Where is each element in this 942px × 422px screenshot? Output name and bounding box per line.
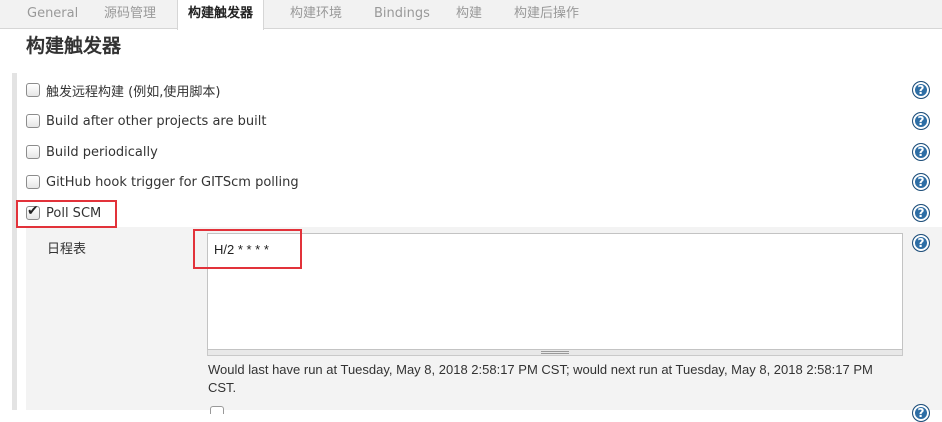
- help-icon[interactable]: ?: [912, 143, 930, 161]
- trigger-build-periodically[interactable]: Build periodically: [26, 142, 158, 162]
- config-tab-bar: General 源码管理 构建触发器 构建环境 Bindings 构建 构建后操…: [0, 0, 942, 30]
- help-icon[interactable]: ?: [912, 234, 930, 252]
- schedule-run-info: Would last have run at Tuesday, May 8, 2…: [208, 362, 873, 395]
- build-after-other-projects-checkbox[interactable]: [26, 114, 40, 128]
- help-icon[interactable]: ?: [912, 81, 930, 99]
- help-icon[interactable]: ?: [912, 173, 930, 191]
- tab-build-triggers[interactable]: 构建触发器: [177, 0, 265, 30]
- trigger-remote-build[interactable]: 触发远程构建 (例如,使用脚本): [26, 80, 220, 100]
- section-title: 构建触发器: [26, 35, 122, 57]
- tab-post-build-actions[interactable]: 构建后操作: [514, 0, 579, 29]
- next-checkbox-partial[interactable]: [210, 406, 224, 414]
- help-icon[interactable]: ?: [912, 112, 930, 130]
- help-icon[interactable]: ?: [912, 204, 930, 222]
- grip-icon: [541, 351, 569, 354]
- checkmark-icon: ✔: [27, 203, 39, 219]
- trigger-build-after-other-projects[interactable]: Build after other projects are built: [26, 111, 266, 131]
- trigger-label: Build periodically: [46, 144, 158, 160]
- github-hook-checkbox[interactable]: [26, 175, 40, 189]
- help-icon[interactable]: ?: [912, 404, 930, 422]
- trigger-poll-scm[interactable]: ✔ Poll SCM: [26, 203, 101, 223]
- trigger-github-hook[interactable]: GitHub hook trigger for GITScm polling: [26, 172, 299, 192]
- tab-bindings[interactable]: Bindings: [374, 0, 430, 29]
- schedule-label: 日程表: [47, 242, 87, 257]
- tab-build-environment[interactable]: 构建环境: [290, 0, 342, 29]
- poll-scm-checkbox[interactable]: ✔: [26, 203, 40, 220]
- textarea-resize-handle[interactable]: [207, 350, 903, 356]
- tab-build[interactable]: 构建: [456, 0, 482, 29]
- build-periodically-checkbox[interactable]: [26, 145, 40, 159]
- trigger-label: Poll SCM: [46, 205, 102, 221]
- tab-general[interactable]: General: [27, 0, 78, 29]
- tab-source-management[interactable]: 源码管理: [104, 0, 156, 29]
- trigger-label: 触发远程构建 (例如,使用脚本): [46, 84, 221, 100]
- section-indent-bar: [12, 73, 17, 410]
- trigger-label: GitHub hook trigger for GITScm polling: [46, 174, 299, 190]
- schedule-input[interactable]: [207, 233, 903, 350]
- trigger-remote-build-checkbox[interactable]: [26, 83, 40, 97]
- trigger-label: Build after other projects are built: [46, 113, 267, 129]
